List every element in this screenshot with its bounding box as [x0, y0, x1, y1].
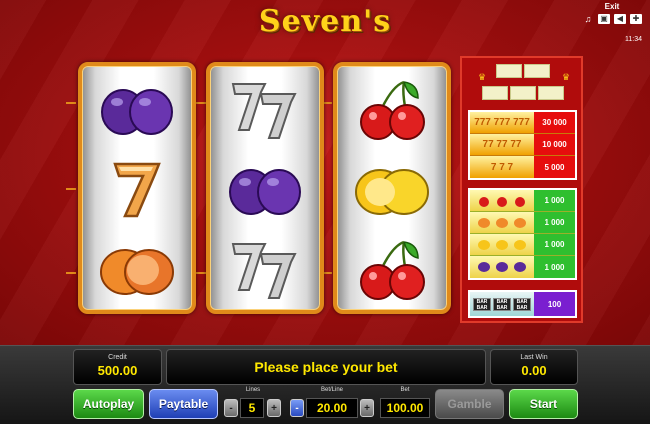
- credit-label: Credit: [108, 354, 127, 361]
- seven-icon: [82, 150, 192, 230]
- cherry-icon: [337, 70, 447, 150]
- paytable-header: ♛ ♛: [466, 62, 581, 108]
- payout-value: 1 000: [534, 212, 575, 233]
- orange-icon: [470, 212, 534, 233]
- payout-value: 1 000: [534, 256, 575, 278]
- paytable-fruits: 1 000 1 000 1 000 1 000: [468, 188, 577, 280]
- plum-icon: [210, 150, 320, 230]
- payout-value: 100: [534, 292, 575, 316]
- plum-icon: [82, 70, 192, 150]
- gamble-button[interactable]: Gamble: [435, 389, 504, 419]
- reel-3: [333, 62, 451, 314]
- mini-reel-icon: [524, 64, 550, 78]
- orange-icon: [82, 230, 192, 310]
- lines-increase-button[interactable]: +: [267, 399, 281, 417]
- payout-value: 1 000: [534, 234, 575, 255]
- sound-icon[interactable]: ◀: [614, 14, 626, 24]
- payout-value: 30 000: [534, 112, 575, 133]
- lines-label: Lines: [245, 387, 261, 393]
- last-win-value: 0.00: [521, 363, 547, 378]
- game-stage: Seven's Exit ♫ ▣ ◀ ✚ 11:34 ♛ ♛ 777 777 7…: [0, 0, 650, 345]
- lemon-icon: [470, 234, 534, 255]
- last-win-display: Last Win 0.00: [490, 349, 578, 385]
- bet-label: Bet: [400, 387, 410, 393]
- start-button[interactable]: Start: [509, 389, 578, 419]
- lines-decrease-button[interactable]: -: [224, 399, 238, 417]
- payout-value: 10 000: [534, 134, 575, 155]
- paytable-bar: BAR BAR BAR BAR BAR BAR 100: [468, 290, 577, 318]
- bet-value: 100.00: [380, 398, 430, 418]
- crown-icon: ♛: [478, 72, 487, 82]
- bet-line-control: Bet/Line - 20.00 +: [288, 387, 376, 419]
- payline-marker: [66, 102, 76, 104]
- mini-reel-icon: [538, 86, 564, 100]
- bar-symbol: BAR BAR: [513, 297, 531, 311]
- payline-marker: [66, 188, 76, 190]
- settings-icon[interactable]: ✚: [630, 14, 642, 24]
- crown-icon: ♛: [562, 72, 571, 82]
- bar-symbol: BAR BAR: [473, 297, 491, 311]
- paytable-row: 1 000: [470, 212, 575, 234]
- paytable-panel: ♛ ♛ 777 777 777 30 000 77 77 77 10 000 7…: [460, 56, 583, 323]
- top-bar: Exit ♫ ▣ ◀ ✚ 11:34: [582, 2, 642, 43]
- reel-2: [206, 62, 324, 314]
- payout-value: 5 000: [534, 156, 575, 178]
- game-title: Seven's: [258, 4, 392, 39]
- fullscreen-icon[interactable]: ▣: [598, 14, 610, 24]
- lines-value: 5: [240, 398, 264, 418]
- bet-control: Bet 100.00: [380, 387, 430, 419]
- bet-line-decrease-button[interactable]: -: [290, 399, 304, 417]
- paytable-row: 1 000: [470, 234, 575, 256]
- bar-symbol-icon: BAR BAR BAR BAR BAR BAR: [470, 292, 534, 316]
- message-display: Please place your bet: [166, 349, 486, 385]
- cherry-icon: [337, 230, 447, 310]
- mini-reel-icon: [496, 64, 522, 78]
- payline-marker: [66, 272, 76, 274]
- paytable-row: 7 7 7 5 000: [470, 156, 575, 178]
- mini-reel-icon: [510, 86, 536, 100]
- bar-symbol: BAR BAR: [493, 297, 511, 311]
- lines-control: Lines - 5 +: [222, 387, 284, 419]
- exit-button[interactable]: Exit: [582, 2, 642, 11]
- paytable-sevens: 777 777 777 30 000 77 77 77 10 000 7 7 7…: [468, 110, 577, 180]
- seven-pair-icon: [210, 230, 320, 310]
- paytable-row: BAR BAR BAR BAR BAR BAR 100: [470, 292, 575, 316]
- lemon-icon: [337, 150, 447, 230]
- mini-reel-icon: [482, 86, 508, 100]
- paytable-button[interactable]: Paytable: [149, 389, 218, 419]
- paytable-row: 777 777 777 30 000: [470, 112, 575, 134]
- bet-line-increase-button[interactable]: +: [360, 399, 374, 417]
- credit-value: 500.00: [97, 363, 138, 378]
- autoplay-button[interactable]: Autoplay: [73, 389, 144, 419]
- credit-display: Credit 500.00: [73, 349, 162, 385]
- music-icon[interactable]: ♫: [582, 14, 594, 24]
- paytable-row: 1 000: [470, 256, 575, 278]
- cherry-icon: [470, 190, 534, 211]
- single-seven-icon: 7 7 7: [470, 156, 534, 178]
- payline-marker: [196, 102, 206, 104]
- bet-line-label: Bet/Line: [320, 387, 344, 393]
- paytable-row: 1 000: [470, 190, 575, 212]
- status-message: Please place your bet: [254, 359, 398, 375]
- reel-1: [78, 62, 196, 314]
- bet-line-value: 20.00: [306, 398, 358, 418]
- control-panel: Credit 500.00 Please place your bet Last…: [0, 345, 650, 424]
- plum-icon: [470, 256, 534, 278]
- triple-seven-icon: 777 777 777: [470, 112, 534, 133]
- payline-marker: [196, 272, 206, 274]
- payout-value: 1 000: [534, 190, 575, 211]
- double-seven-icon: 77 77 77: [470, 134, 534, 155]
- clock: 11:34: [625, 36, 642, 43]
- paytable-row: 77 77 77 10 000: [470, 134, 575, 156]
- seven-pair-icon: [210, 70, 320, 150]
- last-win-label: Last Win: [520, 354, 548, 361]
